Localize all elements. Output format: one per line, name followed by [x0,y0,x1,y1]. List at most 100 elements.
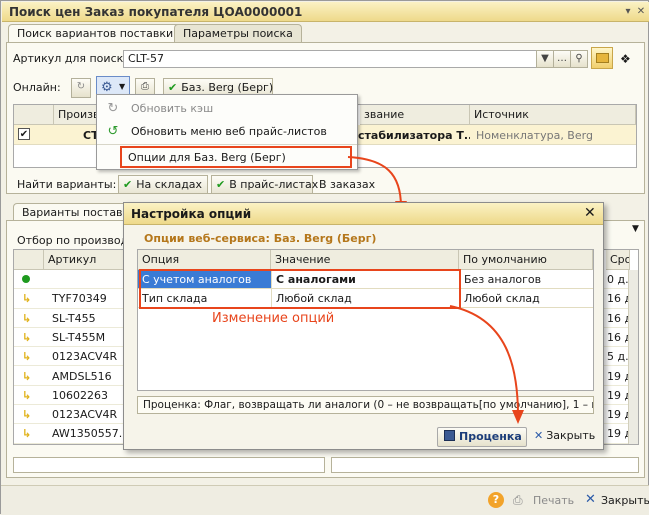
footer-close-button[interactable]: Закрыть [601,494,649,507]
grid-header-option: Опция [138,250,271,270]
disk-icon [444,430,455,441]
find-in-pricelists-button[interactable]: ✔ В прайс-листах [211,175,318,194]
dialog-title: Настройка опций [131,207,252,221]
check-icon: ✔ [168,81,178,94]
supply-arrow-icon: ↳ [22,350,32,364]
annotation-text: Изменение опций [212,311,335,326]
button-label: Закрыть [546,429,596,442]
grid-header-default: По умолчанию [459,250,593,270]
header-label: звание [364,108,405,121]
article-label: Артикул для поиска: [13,52,134,65]
row-article: 0123ACV4R [52,350,118,364]
row-term: 19 д [607,408,630,422]
close-icon: ✕ [585,492,596,507]
row-article: TYF70349 [52,292,107,306]
refresh-cache-icon: ↻ [107,101,119,116]
row-article: SL-T455 [52,311,96,325]
article-dropdown-button[interactable]: ▼ [536,50,554,68]
status-field-left [13,457,325,473]
chip-label: На складах [136,178,203,191]
supply-arrow-icon: ↳ [22,408,32,422]
row-term: 0 д... [607,273,630,286]
clipboard-icon: ⎙ [141,81,149,92]
supply-arrow-icon: ↳ [22,311,32,325]
price-check-button[interactable]: Проценка [437,427,527,447]
minimize-icon[interactable]: ▾ [622,6,634,18]
header-label: Источник [474,108,529,121]
tab-search-params[interactable]: Параметры поиска [174,24,302,42]
article-select-button[interactable]: … [553,50,571,68]
row-article: 0123ACV4R [52,408,118,422]
dialog-title-bar: Настройка опций ✕ [124,203,603,225]
menu-divider [97,144,357,145]
chevron-down-icon[interactable]: ▼ [632,224,639,234]
row-checkbox[interactable]: ✔ [18,128,30,140]
online-label: Онлайн: [13,81,61,94]
button-label: Проценка [459,430,522,443]
grid-header-name: звание [360,105,470,125]
tab-search-variants[interactable]: Поиск вариантов поставки [8,24,183,43]
header-label: Опция [142,253,180,266]
menu-item-refresh-pricelists[interactable]: ↺ Обновить меню веб прайс-листов [99,121,355,143]
gear-icon: ⚙ [101,80,113,95]
annotation-highlight-options [139,269,461,309]
tab-label: Поиск вариантов поставки [17,27,174,40]
header-label: По умолчанию [463,253,547,266]
refresh-online-button[interactable]: ↻ [71,78,91,98]
binoculars-icon[interactable]: ❖ [620,52,631,66]
window-title: Поиск цен Заказ покупателя ЦОА0000001 [9,5,303,19]
find-variants-label: Найти варианты: [17,178,117,191]
menu-item-label: Обновить кэш [131,102,214,115]
chevron-down-icon: ▼ [119,82,126,91]
menu-item-options[interactable]: Опции для Баз. Berg (Берг) [120,146,352,168]
header-label: Сро [610,253,630,266]
dialog-close-button[interactable]: ✕ Закрыть [534,429,595,442]
article-input[interactable]: CLT-57 [123,50,537,68]
close-window-icon[interactable]: ✕ [635,6,647,18]
help-icon[interactable]: ? [488,492,504,508]
in-stock-dot-icon [22,275,30,283]
find-in-stock-button[interactable]: ✔ На складах [118,175,208,194]
folder-icon [596,53,609,63]
row-article: AW1350557... [52,427,128,441]
check-icon: ✔ [123,178,133,191]
options-dialog: Настройка опций ✕ Опции веб-сервиса: Баз… [123,202,604,450]
row-article: SL-T455M [52,330,106,344]
header-label: Артикул [48,253,97,266]
refresh-arrows-icon: ↺ [107,124,119,139]
row-term: 19 д [607,388,630,402]
chip-label: Баз. Berg (Берг) [181,81,274,94]
bottom-bar: ? ⎙ Печать ✕ Закрыть [1,485,649,515]
menu-item-label: Опции для Баз. Berg (Берг) [128,151,286,164]
supply-arrow-icon: ↳ [22,369,32,383]
folder-button[interactable] [591,47,613,69]
close-icon[interactable]: ✕ [584,205,596,221]
row-article: AMDSL516 [52,369,112,383]
supply-arrow-icon: ↳ [22,427,32,441]
check-icon: ✔ [216,178,226,191]
grid-header-value: Значение [271,250,459,270]
vertical-scrollbar[interactable] [628,270,638,444]
dialog-subtitle: Опции веб-сервиса: Баз. Berg (Берг) [144,232,377,245]
supply-arrow-icon: ↳ [22,330,32,344]
row-term: 5 д... [607,350,630,364]
title-bar: Поиск цен Заказ покупателя ЦОА0000001 ▾ … [2,2,649,22]
row-name: стабилизатора Т... [358,129,470,142]
status-field-right [331,457,639,473]
supply-arrow-icon: ↳ [22,388,32,402]
grid-header-term: Сро [606,250,630,270]
article-search-button[interactable]: ⚲ [570,50,588,68]
menu-item-refresh-cache[interactable]: ↻ Обновить кэш [99,98,355,120]
print-button[interactable]: Печать [533,494,574,507]
close-icon: ✕ [534,429,544,442]
row-source: Номенклатура, Berg [476,129,593,142]
row-term: 19 д [607,427,630,441]
article-value: CLT-57 [128,52,164,65]
online-options-menu: ↻ Обновить кэш ↺ Обновить меню веб прайс… [96,94,358,170]
header-label: Значение [275,253,331,266]
grid-header-status [14,250,44,270]
row-term: 19 д [607,369,630,383]
row-term: 16 д [607,292,630,306]
printer-icon: ⎙ [513,493,523,507]
option-default: Без аналогов [459,270,593,288]
